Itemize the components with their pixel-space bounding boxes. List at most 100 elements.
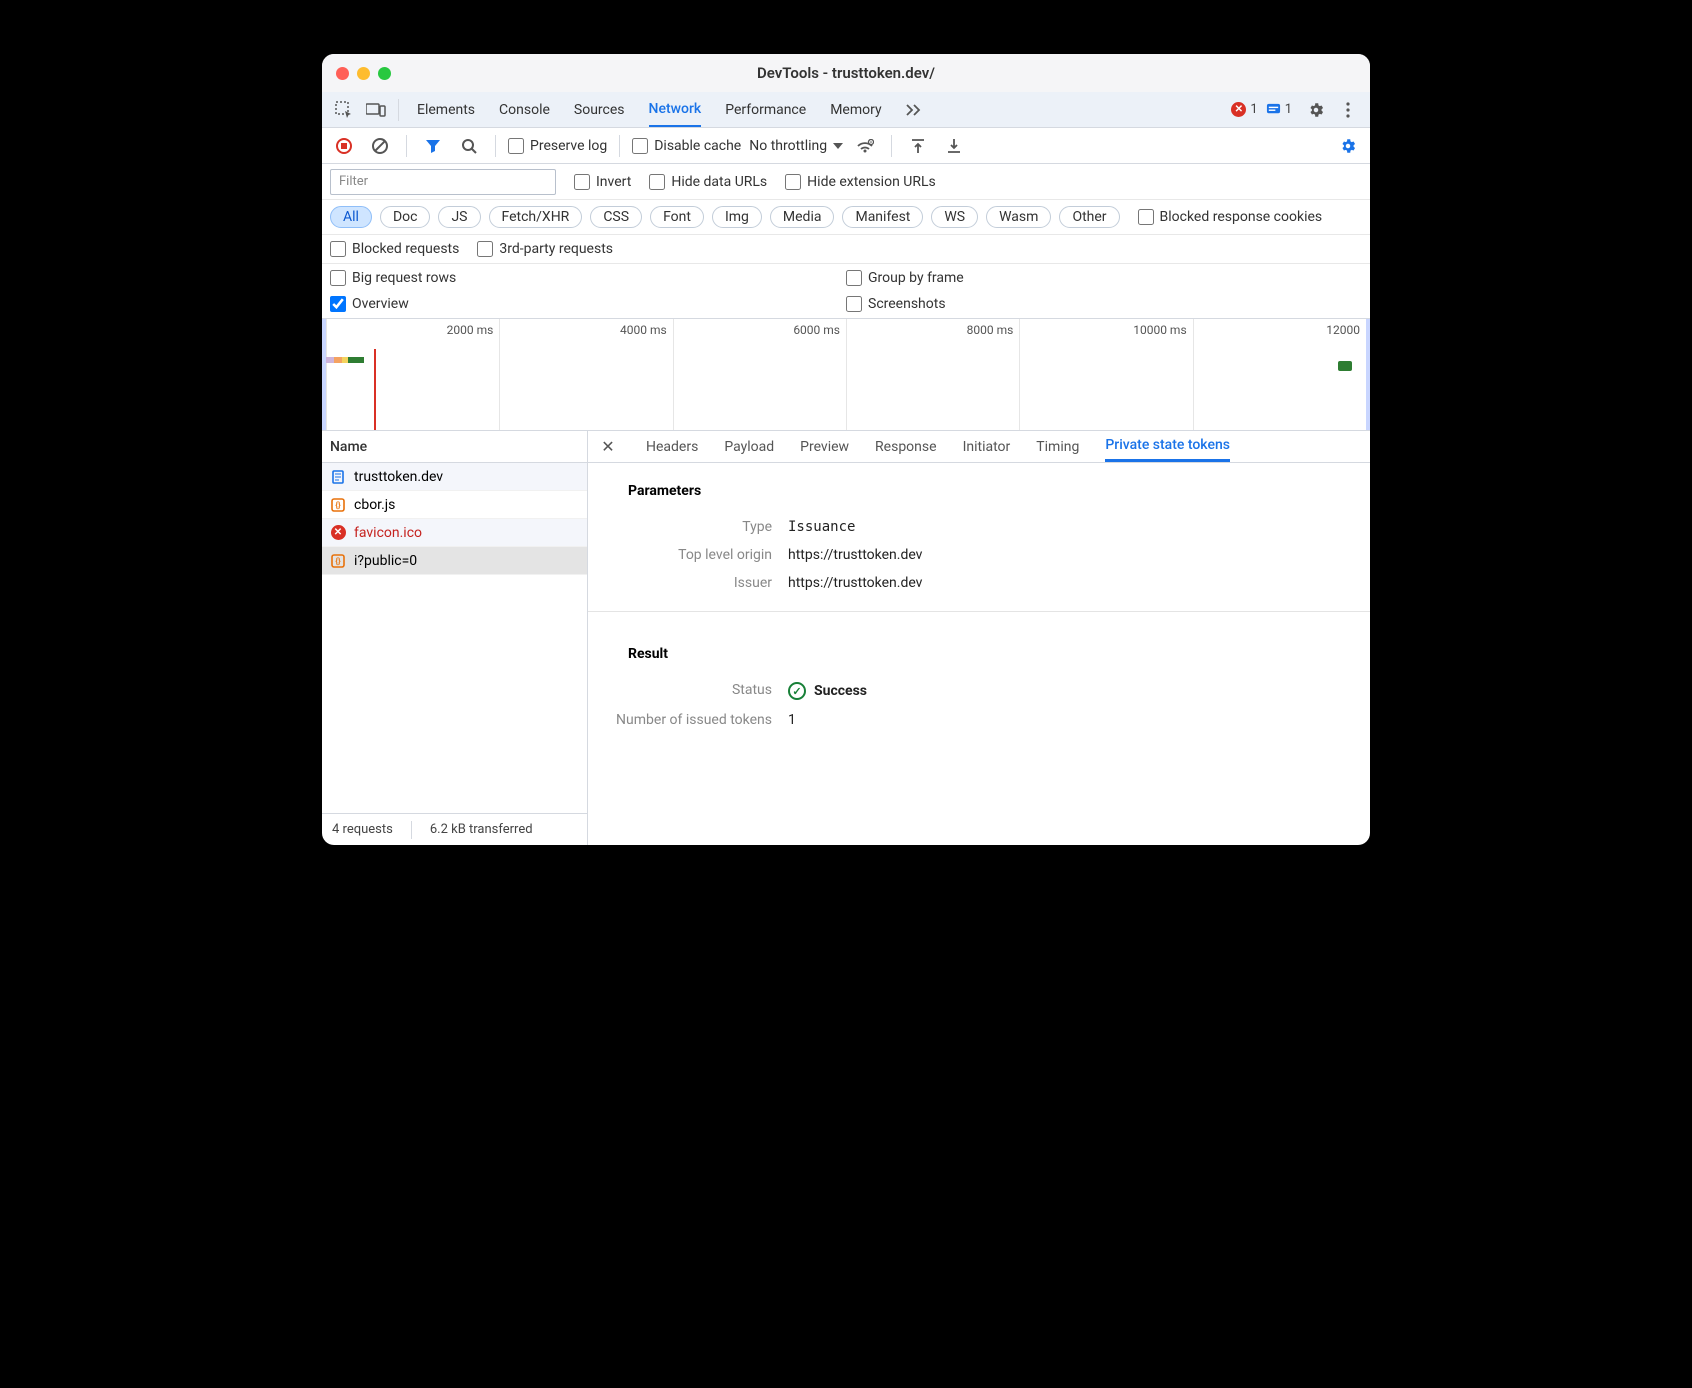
chip-img[interactable]: Img: [712, 206, 762, 228]
status-badges: ✕ 1 1: [1231, 102, 1292, 117]
search-icon[interactable]: [455, 132, 483, 160]
error-icon: ✕: [1231, 102, 1246, 117]
timeline-handle-right[interactable]: [1366, 319, 1370, 430]
settings-icon[interactable]: [1302, 96, 1330, 124]
tab-sources[interactable]: Sources: [574, 92, 625, 127]
clear-button[interactable]: [366, 132, 394, 160]
tick-label: 12000: [1326, 323, 1360, 337]
device-toolbar-icon[interactable]: [362, 96, 390, 124]
preserve-log-checkbox[interactable]: Preserve log: [508, 138, 607, 154]
detail-tab-headers[interactable]: Headers: [646, 431, 698, 462]
invert-checkbox[interactable]: Invert: [574, 174, 631, 190]
svg-text:{}: {}: [335, 501, 341, 510]
throttling-dropdown[interactable]: No throttling: [749, 138, 843, 154]
chip-other[interactable]: Other: [1059, 206, 1119, 228]
message-count-badge[interactable]: 1: [1266, 102, 1292, 117]
request-row[interactable]: ✕ favicon.ico: [322, 519, 587, 547]
timeline-marks: [326, 357, 364, 363]
screenshots-checkbox[interactable]: Screenshots: [846, 296, 1362, 312]
chip-css[interactable]: CSS: [590, 206, 642, 228]
transferred-size: 6.2 kB transferred: [430, 822, 533, 837]
request-row-selected[interactable]: {} i?public=0: [322, 547, 587, 575]
detail-body: Parameters TypeIssuance Top level origin…: [588, 463, 1370, 845]
chip-js[interactable]: JS: [438, 206, 480, 228]
chip-doc[interactable]: Doc: [380, 206, 431, 228]
more-tabs-icon[interactable]: [906, 92, 924, 127]
tick-label: 6000 ms: [793, 323, 840, 337]
detail-tab-initiator[interactable]: Initiator: [963, 431, 1011, 462]
script-icon: {}: [330, 553, 346, 569]
type-filter-chips: All Doc JS Fetch/XHR CSS Font Img Media …: [322, 200, 1370, 235]
panel-tabbar: Elements Console Sources Network Perform…: [322, 92, 1370, 128]
main-tabs: Elements Console Sources Network Perform…: [417, 92, 924, 127]
close-detail-button[interactable]: ✕: [596, 437, 620, 456]
blocked-requests-checkbox[interactable]: Blocked requests: [330, 241, 459, 257]
hide-extension-urls-checkbox[interactable]: Hide extension URLs: [785, 174, 936, 190]
network-settings-icon[interactable]: [1334, 132, 1362, 160]
detail-tab-response[interactable]: Response: [875, 431, 937, 462]
kv-token-count: Number of issued tokens1: [588, 706, 1370, 734]
tick-label: 4000 ms: [620, 323, 667, 337]
chip-all[interactable]: All: [330, 206, 372, 228]
export-har-icon[interactable]: [904, 132, 932, 160]
chip-fetch-xhr[interactable]: Fetch/XHR: [489, 206, 583, 228]
parameters-heading: Parameters: [588, 463, 1370, 513]
tab-console[interactable]: Console: [499, 92, 550, 127]
devtools-window: DevTools - trusttoken.dev/ Elements Cons…: [322, 54, 1370, 845]
name-column-header[interactable]: Name: [322, 431, 587, 463]
titlebar: DevTools - trusttoken.dev/: [322, 54, 1370, 92]
tab-performance[interactable]: Performance: [725, 92, 806, 127]
maximize-window-button[interactable]: [378, 67, 391, 80]
disable-cache-checkbox[interactable]: Disable cache: [632, 138, 741, 154]
separator: [406, 135, 407, 157]
filter-input[interactable]: Filter: [330, 169, 556, 195]
detail-tab-preview[interactable]: Preview: [800, 431, 849, 462]
overview-timeline[interactable]: 2000 ms 4000 ms 6000 ms 8000 ms 10000 ms…: [322, 319, 1370, 431]
overview-checkbox[interactable]: Overview: [330, 296, 846, 312]
tab-network[interactable]: Network: [649, 92, 702, 127]
tab-memory[interactable]: Memory: [830, 92, 881, 127]
chip-wasm[interactable]: Wasm: [986, 206, 1051, 228]
detail-tab-timing[interactable]: Timing: [1036, 431, 1079, 462]
group-frame-checkbox[interactable]: Group by frame: [846, 270, 1362, 286]
request-row[interactable]: trusttoken.dev: [322, 463, 587, 491]
result-heading: Result: [588, 626, 1370, 676]
hide-data-urls-checkbox[interactable]: Hide data URLs: [649, 174, 767, 190]
network-conditions-icon[interactable]: [851, 132, 879, 160]
chevron-down-icon: [833, 143, 843, 149]
blocked-cookies-checkbox[interactable]: Blocked response cookies: [1138, 209, 1323, 225]
detail-tab-payload[interactable]: Payload: [724, 431, 774, 462]
big-rows-checkbox[interactable]: Big request rows: [330, 270, 846, 286]
filter-toggle-icon[interactable]: [419, 132, 447, 160]
close-window-button[interactable]: [336, 67, 349, 80]
request-name: i?public=0: [354, 553, 417, 569]
chip-ws[interactable]: WS: [931, 206, 978, 228]
error-count-badge[interactable]: ✕ 1: [1231, 102, 1257, 117]
request-list: trusttoken.dev {} cbor.js ✕ favicon.ico …: [322, 463, 587, 813]
detail-tabs: ✕ Headers Payload Preview Response Initi…: [588, 431, 1370, 463]
import-har-icon[interactable]: [940, 132, 968, 160]
request-name: favicon.ico: [354, 525, 422, 541]
chip-manifest[interactable]: Manifest: [842, 206, 923, 228]
divider: [588, 611, 1370, 612]
kebab-menu-icon[interactable]: [1334, 96, 1362, 124]
window-title: DevTools - trusttoken.dev/: [322, 64, 1370, 82]
separator: [619, 135, 620, 157]
third-party-checkbox[interactable]: 3rd-party requests: [477, 241, 613, 257]
error-icon: ✕: [330, 525, 346, 541]
detail-tab-private-state-tokens[interactable]: Private state tokens: [1105, 431, 1230, 462]
tab-elements[interactable]: Elements: [417, 92, 475, 127]
inspect-icon[interactable]: [330, 96, 358, 124]
record-button[interactable]: [330, 132, 358, 160]
request-row[interactable]: {} cbor.js: [322, 491, 587, 519]
timeline-body: 2000 ms 4000 ms 6000 ms 8000 ms 10000 ms…: [326, 319, 1366, 430]
request-name: trusttoken.dev: [354, 469, 443, 485]
chip-font[interactable]: Font: [650, 206, 704, 228]
chip-media[interactable]: Media: [770, 206, 835, 228]
minimize-window-button[interactable]: [357, 67, 370, 80]
kv-issuer: Issuerhttps://trusttoken.dev: [588, 569, 1370, 597]
timeline-marker: [374, 349, 376, 430]
tick-label: 2000 ms: [447, 323, 494, 337]
separator: [495, 135, 496, 157]
separator: [398, 99, 399, 121]
